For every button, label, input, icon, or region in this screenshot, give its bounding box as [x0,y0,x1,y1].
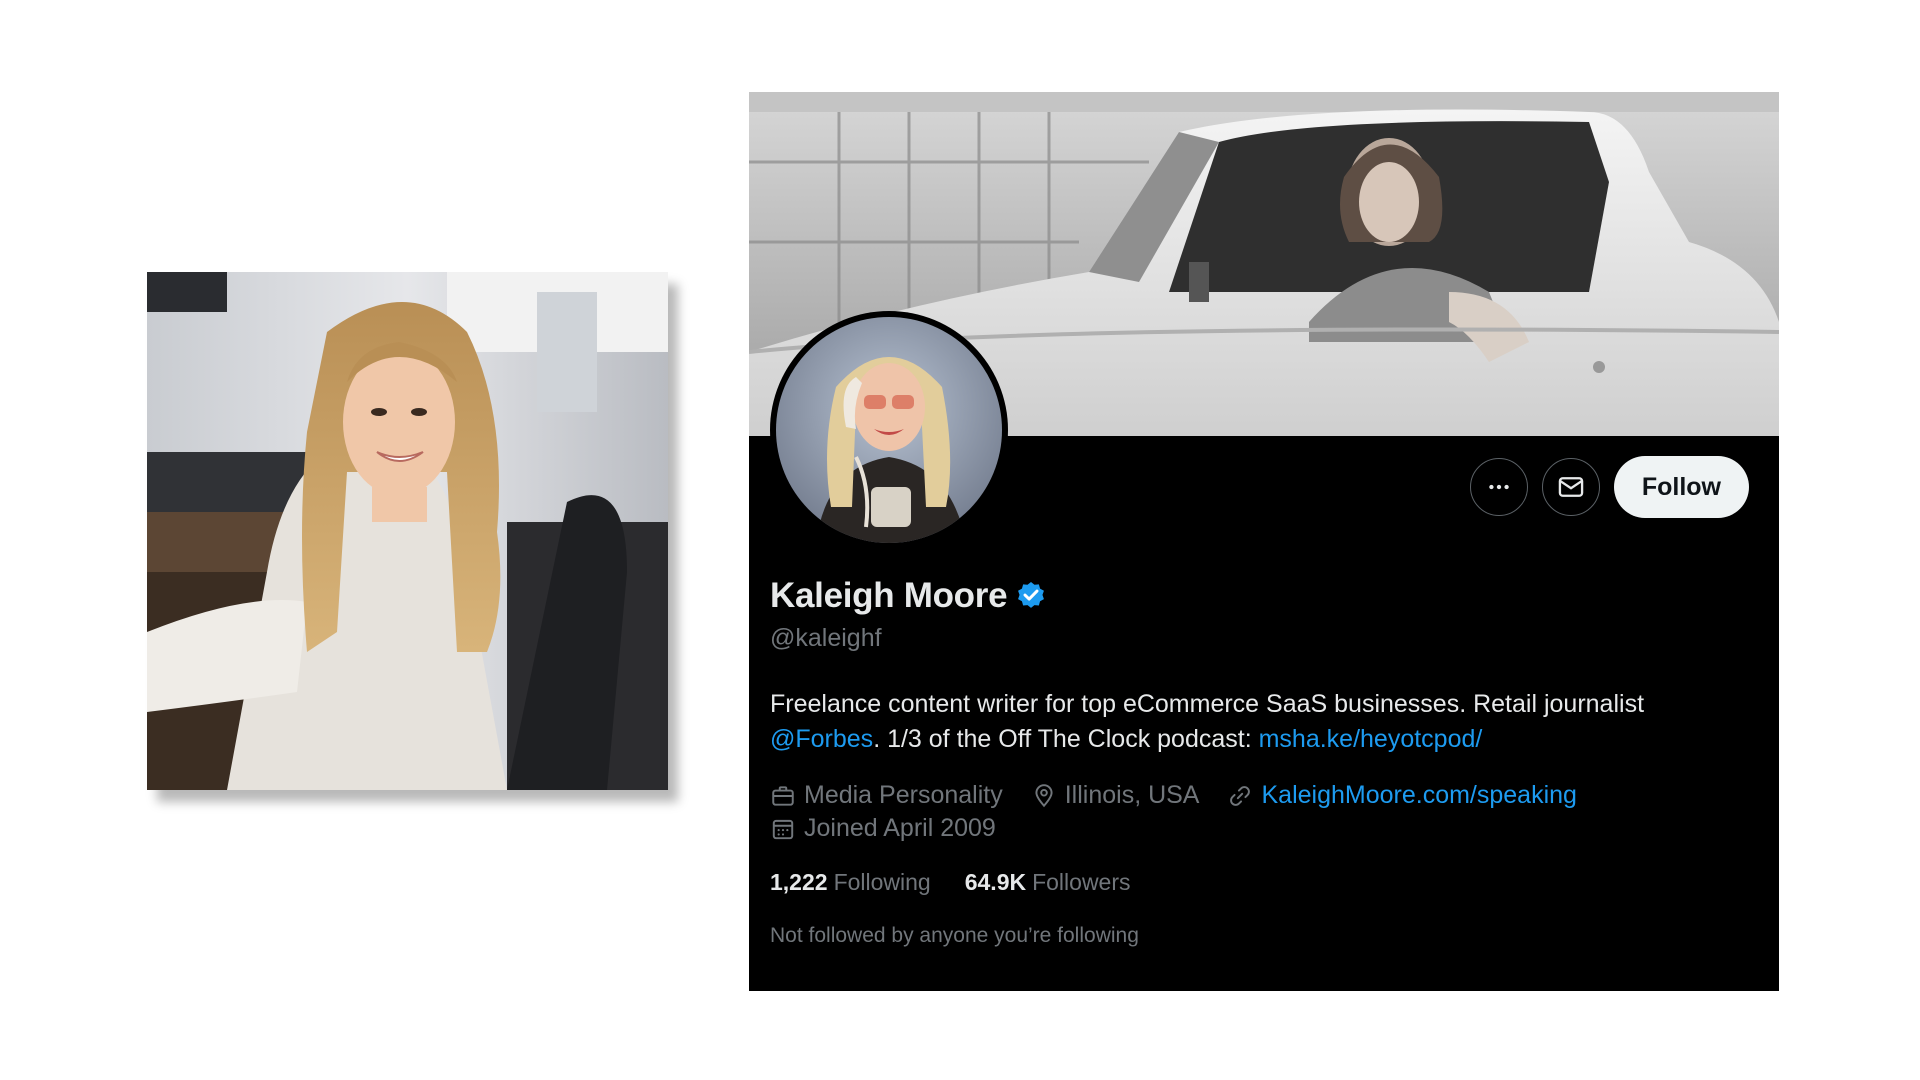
profile-actions: Follow [1469,456,1749,518]
followers-stat[interactable]: 64.9K Followers [965,869,1131,896]
message-button[interactable] [1541,458,1600,516]
briefcase-icon [772,785,794,806]
display-name: Kaleigh Moore [770,576,1008,615]
following-count: 1,222 [770,869,828,895]
website-item: KaleighMoore.com/speaking [1227,779,1577,812]
bio-text-1: Freelance content writer for top eCommer… [770,690,1645,718]
portrait-photo [147,272,668,790]
profile-meta: Media Personality Illinois, USA KaleighM… [770,779,1749,845]
website-link[interactable]: KaleighMoore.com/speaking [1261,779,1576,812]
map-pin-icon [1035,783,1053,807]
location-text: Illinois, USA [1064,781,1200,809]
category-item: Media Personality [770,779,1003,812]
profile-info: Kaleigh Moore @kaleighf Freelance conten… [770,576,1749,948]
link-icon [1230,785,1251,806]
name-row: Kaleigh Moore [770,576,1749,616]
bio: Freelance content writer for top eCommer… [770,687,1749,757]
profile-card: Follow Kaleigh Moore @kaleighf Freelance… [749,92,1779,991]
bio-podcast-link[interactable]: msha.ke/heyotcpod/ [1259,725,1483,753]
followers-count: 64.9K [964,869,1027,895]
verified-badge-icon [1018,582,1045,608]
followed-by-note: Not followed by anyone you’re following [770,924,1139,947]
follow-button[interactable]: Follow [1613,456,1749,518]
envelope-icon [1558,477,1584,497]
joined-item: Joined April 2009 [770,812,996,845]
handle: @kaleighf [770,624,882,652]
profile-avatar[interactable] [770,311,1008,549]
bio-mention-link[interactable]: @Forbes [770,725,873,753]
more-options-button[interactable] [1469,458,1528,516]
more-horizontal-icon [1489,484,1509,490]
followers-label: Followers [1032,869,1131,895]
following-label: Following [833,869,931,895]
following-stat[interactable]: 1,222 Following [770,869,931,896]
follow-stats: 1,222 Following 64.9K Followers [770,869,1749,896]
joined-text: Joined April 2009 [804,814,996,842]
calendar-icon [772,819,794,839]
category-text: Media Personality [804,781,1003,809]
bio-text-2: . 1/3 of the Off The Clock podcast: [873,725,1259,753]
location-item: Illinois, USA [1031,779,1200,812]
